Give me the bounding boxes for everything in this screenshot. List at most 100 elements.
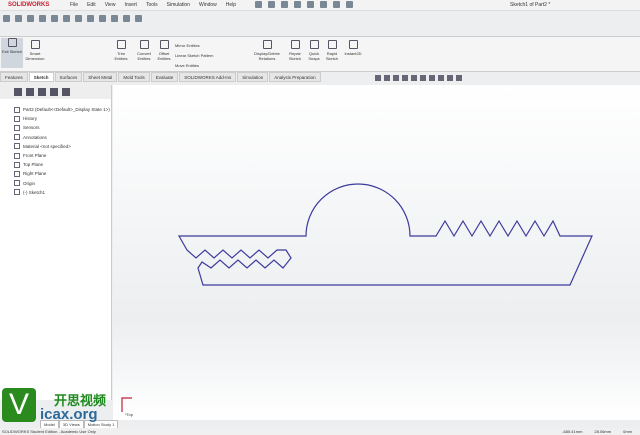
menu-edit[interactable]: Edit [87, 2, 96, 8]
exit-sketch-button[interactable]: Exit Sketch [1, 38, 23, 68]
options-icon[interactable] [346, 1, 353, 8]
appearance-icon[interactable] [438, 75, 444, 81]
zoom-area-icon[interactable] [384, 75, 390, 81]
menu-file[interactable]: File [70, 2, 78, 8]
tree-item-right-plane[interactable]: Right Plane [14, 169, 110, 178]
label: Right Plane [23, 171, 47, 177]
label: Material <not specified> [23, 143, 71, 149]
graphics-area[interactable]: *Top [113, 85, 640, 420]
convert-button[interactable]: Convert Entities [133, 40, 155, 61]
tool-icon[interactable] [135, 14, 142, 22]
tree-item-history[interactable]: History [14, 114, 110, 123]
feature-tree: Part2 (Default<<Default>_Display State 1… [14, 105, 110, 197]
rapid-sketch-button[interactable]: Rapid Sketch [321, 40, 343, 61]
pattern-group: Mirror Entities Linear Sketch Pattern Mo… [175, 41, 213, 71]
menu-simulation[interactable]: Simulation [167, 2, 190, 8]
label: Smart Dimension [25, 51, 45, 61]
select-icon[interactable] [320, 1, 327, 8]
tool-icon[interactable] [39, 14, 46, 22]
tool-icon[interactable] [99, 14, 106, 22]
tree-item-sensors[interactable]: Sensors [14, 123, 110, 132]
offset-button[interactable]: Offset Entities [153, 40, 175, 61]
display-manager-icon[interactable] [62, 88, 70, 96]
tool-icon[interactable] [27, 14, 34, 22]
convert-icon [139, 40, 149, 49]
command-tabs: Features Sketch Surfaces Sheet Metal Mol… [0, 72, 322, 82]
menu-window[interactable]: Window [199, 2, 217, 8]
tab-sketch[interactable]: Sketch [28, 72, 54, 82]
trim-button[interactable]: Trim Entities [110, 40, 132, 61]
tool-icon[interactable] [111, 14, 118, 22]
tree-item-origin[interactable]: Origin [14, 179, 110, 188]
menu-help[interactable]: Help [226, 2, 236, 8]
title-bar: SOLIDWORKS File Edit View Insert Tools Simula… [0, 0, 640, 11]
tab-analysis[interactable]: Analysis Preparation [269, 72, 321, 82]
instant2d-button[interactable]: Instant2D [342, 40, 364, 56]
tool-icon[interactable] [87, 14, 94, 22]
label: Rapid Sketch [325, 51, 339, 61]
display-style-icon[interactable] [420, 75, 426, 81]
feature-tree-icon[interactable] [14, 88, 22, 96]
menu-insert[interactable]: Insert [124, 2, 137, 8]
label: Display/Delete Relations [254, 51, 280, 61]
tree-item-top-plane[interactable]: Top Plane [14, 160, 110, 169]
solidworks-logo: SOLIDWORKS [8, 2, 50, 8]
config-manager-icon[interactable] [38, 88, 46, 96]
tab-addins[interactable]: SOLIDWORKS Add-Ins [179, 72, 237, 82]
plane-icon [14, 170, 20, 177]
material-icon [14, 143, 20, 150]
view-settings-icon[interactable] [456, 75, 462, 81]
tab-sheet-metal[interactable]: Sheet Metal [83, 72, 118, 82]
mirror-button[interactable]: Mirror Entities [175, 41, 213, 51]
sensor-icon [14, 124, 20, 131]
menu-tools[interactable]: Tools [146, 2, 158, 8]
tab-features[interactable]: Features [0, 72, 28, 82]
tree-item-front-plane[interactable]: Front Plane [14, 151, 110, 160]
annotation-icon [14, 134, 20, 141]
tree-item-part[interactable]: Part2 (Default<<Default>_Display State 1… [14, 105, 110, 114]
print-icon[interactable] [294, 1, 301, 8]
new-icon[interactable] [255, 1, 262, 8]
origin-icon [121, 397, 132, 412]
tab-mold-tools[interactable]: Mold Tools [118, 72, 150, 82]
watermark-logo: V [2, 388, 36, 422]
sketch-profile [177, 183, 593, 286]
plane-icon [14, 152, 20, 159]
move-button[interactable]: Move Entities [175, 61, 213, 71]
label: Quick Snaps [308, 51, 320, 61]
dimxpert-icon[interactable] [50, 88, 58, 96]
view-orientation-icon[interactable] [411, 75, 417, 81]
label: Front Plane [23, 153, 47, 159]
tree-item-material[interactable]: Material <not specified> [14, 142, 110, 151]
tool-icon[interactable] [15, 14, 22, 22]
scene-icon[interactable] [447, 75, 453, 81]
hide-show-icon[interactable] [429, 75, 435, 81]
smart-dimension-button[interactable]: Smart Dimension [24, 40, 46, 61]
rapid-sketch-icon [327, 40, 337, 49]
property-manager-icon[interactable] [26, 88, 34, 96]
tool-icon[interactable] [123, 14, 130, 22]
tab-simulation[interactable]: Simulation [237, 72, 269, 82]
rebuild-icon[interactable] [333, 1, 340, 8]
tab-evaluate[interactable]: Evaluate [150, 72, 179, 82]
tool-icon[interactable] [3, 14, 10, 22]
zoom-fit-icon[interactable] [375, 75, 381, 81]
section-view-icon[interactable] [402, 75, 408, 81]
tool-icon[interactable] [75, 14, 82, 22]
tool-icon[interactable] [63, 14, 70, 22]
previous-view-icon[interactable] [393, 75, 399, 81]
open-icon[interactable] [268, 1, 275, 8]
menu-view[interactable]: View [105, 2, 116, 8]
sketch-toolbar [3, 12, 142, 24]
folder-icon [14, 115, 20, 122]
label: Exit Sketch [1, 49, 22, 54]
label: Offset Entities [157, 51, 171, 61]
undo-icon[interactable] [307, 1, 314, 8]
linear-pattern-button[interactable]: Linear Sketch Pattern [175, 51, 213, 61]
tree-item-sketch1[interactable]: (-) Sketch1 [14, 188, 110, 197]
save-icon[interactable] [281, 1, 288, 8]
tree-item-annotations[interactable]: Annotations [14, 133, 110, 142]
relations-button[interactable]: Display/Delete Relations [250, 40, 284, 61]
tab-surfaces[interactable]: Surfaces [54, 72, 83, 82]
tool-icon[interactable] [51, 14, 58, 22]
